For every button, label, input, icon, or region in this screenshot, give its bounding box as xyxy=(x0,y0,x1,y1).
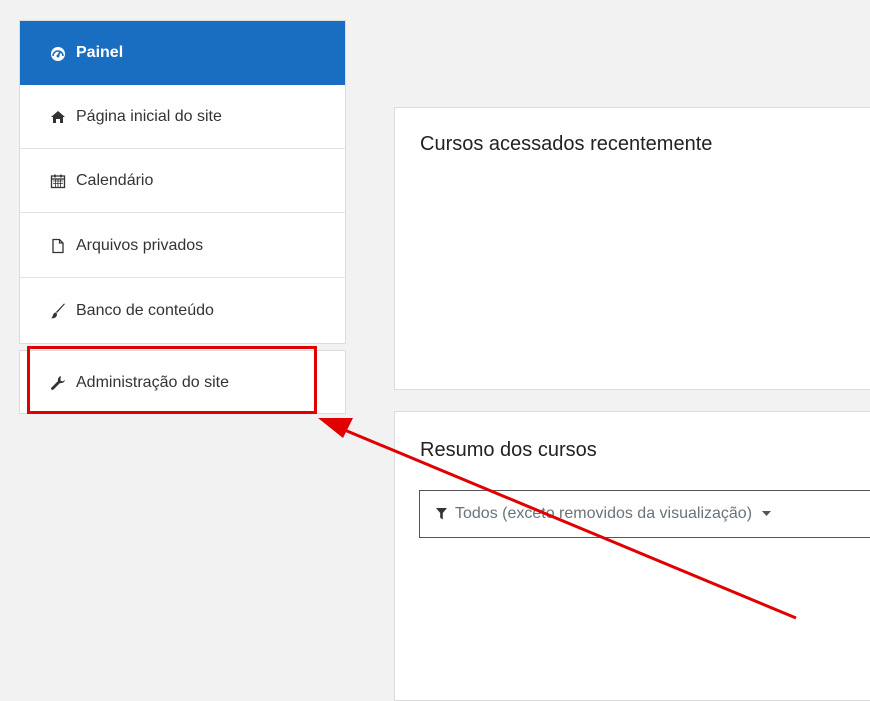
calendar-icon xyxy=(50,173,66,189)
nav-item-painel[interactable]: Painel xyxy=(20,21,345,85)
wrench-icon xyxy=(50,375,66,391)
nav-item-label: Página inicial do site xyxy=(76,107,222,125)
course-filter-dropdown[interactable]: Todos (exceto removidos da visualização) xyxy=(419,490,870,538)
paintbrush-icon xyxy=(50,303,66,319)
main-content: Cursos acessados recentemente Resumo dos… xyxy=(372,0,870,701)
caret-down-icon xyxy=(762,511,772,517)
course-overview-card: Resumo dos cursos Todos (exceto removido… xyxy=(394,411,870,701)
nav-item-site-administration[interactable]: Administração do site xyxy=(20,351,345,415)
nav-item-label: Calendário xyxy=(76,171,154,189)
card-title: Cursos acessados recentemente xyxy=(420,133,713,155)
nav-item-calendar[interactable]: Calendário xyxy=(20,149,345,213)
nav-item-label: Administração do site xyxy=(76,374,229,391)
nav-item-site-home[interactable]: Página inicial do site xyxy=(20,85,345,149)
file-icon xyxy=(50,238,66,254)
home-icon xyxy=(50,109,66,125)
filter-icon xyxy=(436,508,447,520)
card-title: Resumo dos cursos xyxy=(420,439,597,461)
nav-item-private-files[interactable]: Arquivos privados xyxy=(20,214,345,278)
nav-item-label: Arquivos privados xyxy=(76,236,204,254)
nav-group-admin: Administração do site xyxy=(19,350,346,414)
recent-courses-card: Cursos acessados recentemente xyxy=(394,107,870,390)
dashboard-icon xyxy=(50,45,66,61)
filter-label: Todos (exceto removidos da visualização) xyxy=(455,505,753,522)
nav-drawer: Painel Página inicial do site Calendário… xyxy=(0,0,372,686)
nav-item-content-bank[interactable]: Banco de conteúdo xyxy=(20,279,345,343)
nav-item-label: Banco de conteúdo xyxy=(76,302,214,319)
nav-item-label: Painel xyxy=(76,44,124,61)
nav-group-main: Painel Página inicial do site Calendário… xyxy=(19,20,346,344)
